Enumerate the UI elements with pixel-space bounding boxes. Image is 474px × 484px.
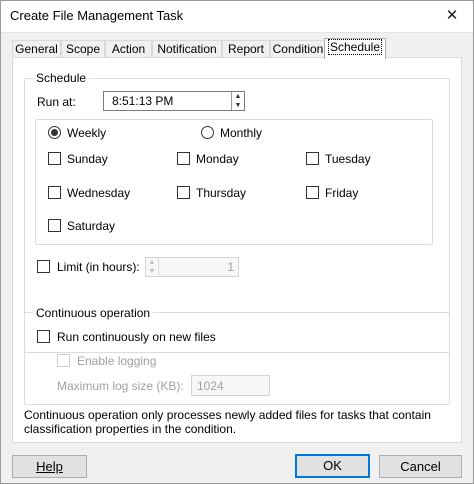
- tab-action[interactable]: Action: [105, 40, 152, 58]
- limit-checkbox[interactable]: [37, 260, 50, 273]
- limit-value: 1: [227, 260, 234, 274]
- weekly-radio[interactable]: [48, 126, 61, 139]
- sunday-checkbox[interactable]: [48, 152, 61, 165]
- cancel-button-label: Cancel: [400, 459, 441, 474]
- monthly-radio[interactable]: [201, 126, 214, 139]
- run-at-time-picker[interactable]: 8:51:13 PM ▲ ▼: [103, 91, 245, 111]
- run-at-spinner[interactable]: ▲ ▼: [231, 92, 244, 110]
- wednesday-checkbox[interactable]: [48, 186, 61, 199]
- monday-label: Monday: [196, 152, 239, 166]
- info-text: Continuous operation only processes newl…: [24, 408, 431, 436]
- monday-checkbox[interactable]: [177, 152, 190, 165]
- wednesday-label: Wednesday: [67, 186, 131, 200]
- saturday-checkbox[interactable]: [48, 219, 61, 232]
- continuous-legend: Continuous operation: [33, 306, 154, 320]
- limit-hours-input[interactable]: ▲ ▼ 1: [145, 257, 239, 277]
- ok-button[interactable]: OK: [295, 454, 370, 478]
- thursday-label: Thursday: [196, 186, 247, 200]
- cancel-button[interactable]: Cancel: [379, 455, 462, 478]
- spin-up-icon[interactable]: ▲: [146, 258, 158, 267]
- spin-down-icon[interactable]: ▼: [146, 267, 158, 276]
- enable-logging-label: Enable logging: [77, 354, 157, 368]
- friday-checkbox[interactable]: [306, 186, 319, 199]
- weekly-label: Weekly: [67, 126, 107, 140]
- tab-notification[interactable]: Notification: [152, 40, 222, 58]
- enable-logging-checkbox[interactable]: [57, 354, 70, 367]
- tab-label: Schedule: [327, 39, 383, 55]
- thursday-checkbox[interactable]: [177, 186, 190, 199]
- limit-spinner[interactable]: ▲ ▼: [146, 258, 159, 276]
- tab-label: Report: [227, 42, 265, 56]
- sunday-label: Sunday: [67, 152, 108, 166]
- tab-label: Notification: [157, 42, 217, 56]
- ok-button-label: OK: [323, 458, 342, 473]
- run-continuously-label: Run continuously on new files: [57, 330, 216, 344]
- max-log-size-label: Maximum log size (KB):: [57, 379, 184, 393]
- title-bar: Create File Management Task ✕: [0, 0, 474, 33]
- tab-schedule[interactable]: Schedule: [324, 38, 386, 59]
- tab-general[interactable]: General: [12, 40, 61, 58]
- help-button-label: Help: [36, 459, 63, 474]
- saturday-label: Saturday: [67, 219, 116, 233]
- run-at-value: 8:51:13 PM: [112, 94, 174, 108]
- help-button[interactable]: Help: [12, 455, 87, 478]
- schedule-legend: Schedule: [33, 71, 90, 85]
- spin-down-icon[interactable]: ▼: [232, 101, 244, 110]
- run-continuously-checkbox[interactable]: [37, 330, 50, 343]
- max-log-size-value: 1024: [197, 379, 224, 393]
- tab-panel-schedule: Schedule Run at: 8:51:13 PM ▲ ▼ Weekly M…: [12, 57, 462, 443]
- limit-label: Limit (in hours):: [57, 260, 140, 274]
- window-title: Create File Management Task: [10, 8, 184, 23]
- tab-condition[interactable]: Condition: [270, 40, 326, 58]
- tuesday-checkbox[interactable]: [306, 152, 319, 165]
- tab-label: General: [15, 42, 58, 56]
- friday-label: Friday: [325, 186, 359, 200]
- max-log-size-input[interactable]: 1024: [191, 375, 270, 396]
- tab-label: Scope: [65, 42, 101, 56]
- tab-report[interactable]: Report: [222, 40, 270, 58]
- tab-scope[interactable]: Scope: [61, 40, 105, 58]
- tab-label: Condition: [272, 42, 324, 56]
- tab-label: Action: [111, 42, 146, 56]
- run-at-label: Run at:: [37, 95, 76, 109]
- spin-up-icon[interactable]: ▲: [232, 92, 244, 101]
- close-icon[interactable]: ✕: [434, 3, 470, 29]
- monthly-label: Monthly: [220, 126, 263, 140]
- tuesday-label: Tuesday: [325, 152, 371, 166]
